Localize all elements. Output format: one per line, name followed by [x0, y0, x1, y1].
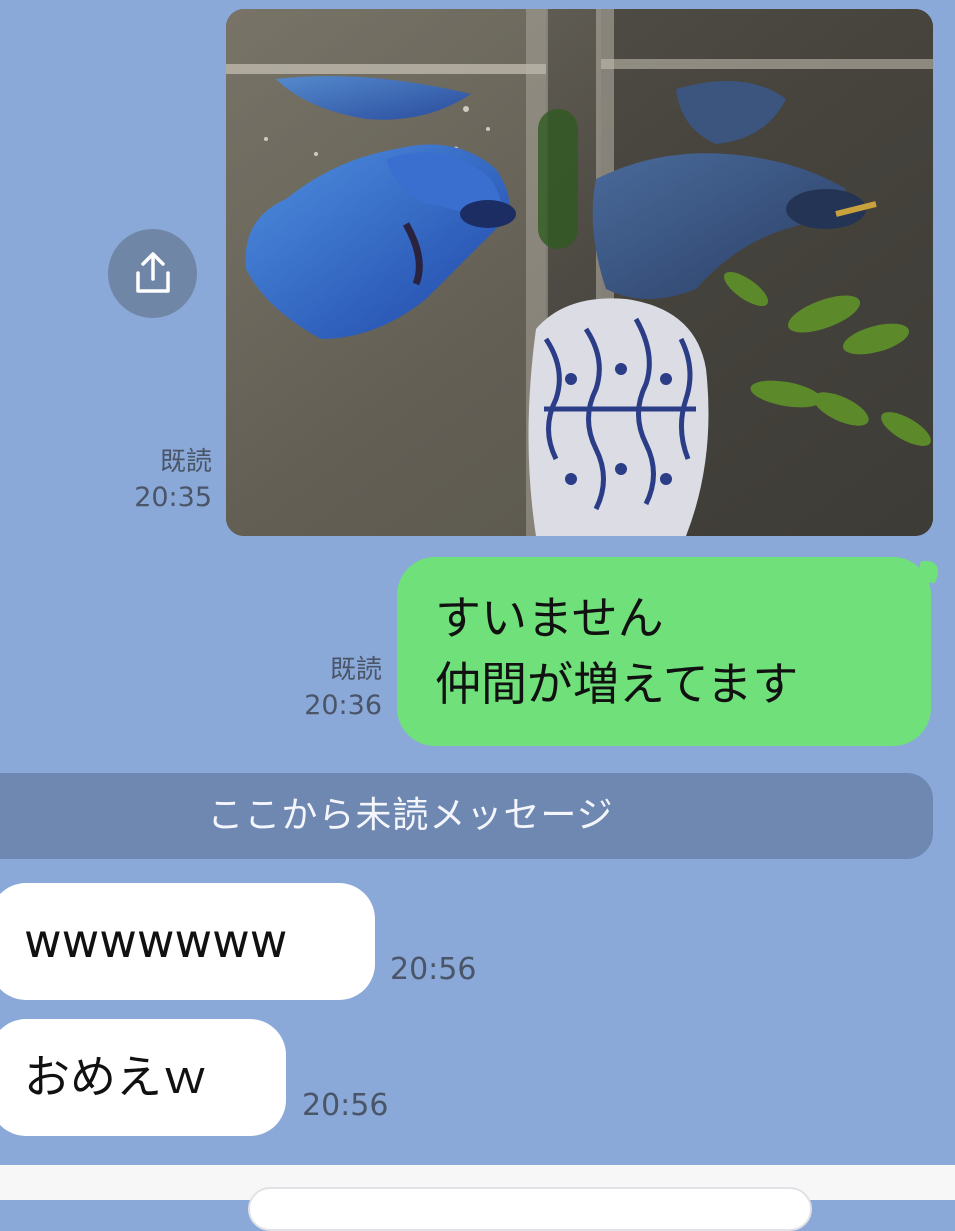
- image-message[interactable]: [226, 9, 933, 536]
- message-time: 20:36: [304, 690, 382, 721]
- share-icon: [136, 252, 170, 293]
- message-text: すいません 仲間が増えてます: [435, 591, 799, 711]
- incoming-message-bubble[interactable]: おめえｗ: [0, 1019, 286, 1136]
- incoming-message-bubble[interactable]: wwwwwww: [0, 883, 375, 1000]
- read-receipt: 既読: [159, 447, 212, 477]
- read-receipt: 既読: [329, 655, 382, 685]
- message-text: おめえｗ: [24, 1050, 208, 1104]
- unread-divider-label: ここから未読メッセージ: [207, 795, 614, 836]
- message-time: 20:35: [134, 482, 212, 513]
- message-composer: [0, 1165, 955, 1231]
- betta-fish-photo: [226, 9, 933, 536]
- share-button[interactable]: [108, 229, 197, 318]
- photo-meta: 既読 20:35: [100, 444, 212, 516]
- message-input[interactable]: [248, 1187, 812, 1231]
- outgoing-message-bubble[interactable]: すいません 仲間が増えてます: [397, 557, 944, 746]
- chat-area[interactable]: 既読 20:35 すいません 仲間が増えてます 既読 20:36 ここから未読メ…: [0, 0, 955, 1165]
- unread-messages-divider: ここから未読メッセージ: [0, 773, 933, 859]
- message-text: wwwwwww: [24, 914, 288, 968]
- outgoing-meta: 既読 20:36: [270, 652, 382, 724]
- bubble-tail: [912, 561, 944, 583]
- message-time: 20:56: [302, 1088, 389, 1123]
- message-time: 20:56: [390, 952, 477, 987]
